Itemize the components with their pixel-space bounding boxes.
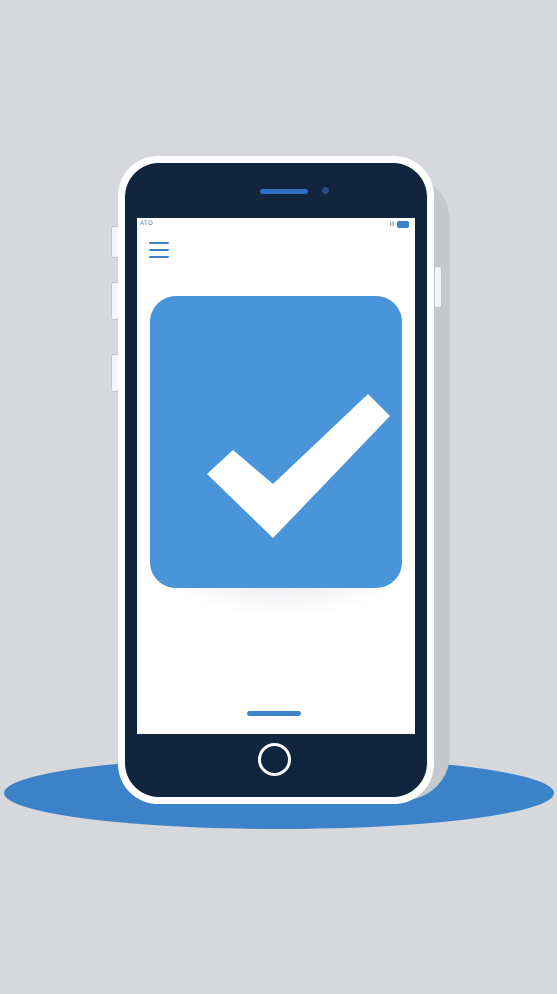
status-bar: ATO lll: [137, 218, 415, 234]
phone-device: ATO lll: [118, 156, 434, 804]
checkmark-card[interactable]: [150, 296, 402, 588]
scene: ATO lll: [0, 0, 557, 994]
front-camera: [322, 187, 329, 194]
phone-screen: ATO lll: [137, 218, 415, 734]
status-indicators: lll: [390, 221, 409, 228]
power-button[interactable]: [434, 266, 442, 308]
battery-icon: [397, 221, 409, 228]
signal-icon: lll: [390, 221, 394, 228]
earpiece-speaker: [260, 189, 308, 194]
home-button[interactable]: [258, 743, 291, 776]
home-indicator-bar[interactable]: [247, 711, 301, 716]
hamburger-menu-icon[interactable]: [149, 242, 169, 258]
phone-bezel: ATO lll: [125, 163, 427, 797]
status-carrier-text: ATO: [140, 221, 154, 227]
checkmark-icon: [207, 394, 390, 538]
